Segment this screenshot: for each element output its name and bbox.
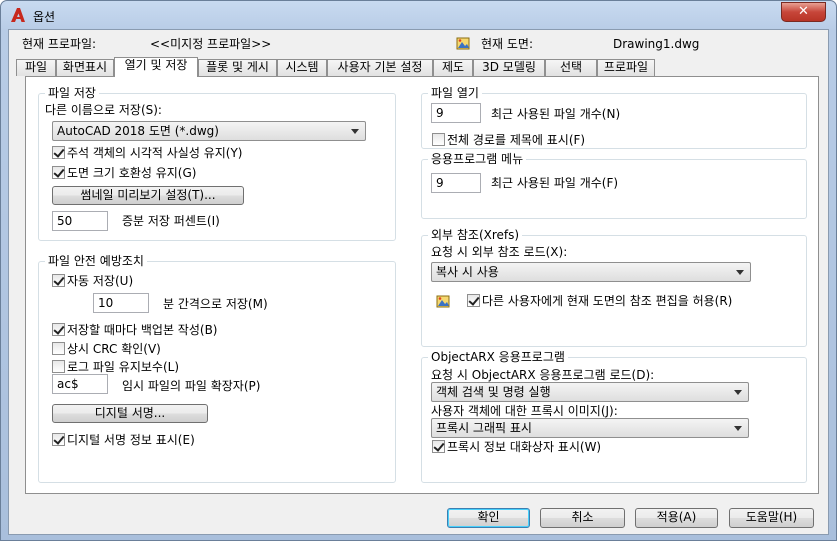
backup-checkbox[interactable] [52,323,65,336]
proxy-image-label: 사용자 객체에 대한 프록시 이미지(J): [431,404,618,418]
incremental-save-input[interactable]: 50 [52,211,108,231]
drawing-icon [456,37,470,50]
ok-button[interactable]: 확인 [447,508,530,528]
tab-plot-publish[interactable]: 플롯 및 게시 [198,59,277,76]
proxy-dialog-checkbox[interactable] [432,440,445,453]
profile-label: 현재 프로파일: [22,37,97,51]
autosave-label: 자동 저장(U) [67,274,134,288]
digital-signature-button[interactable]: 디지털 서명... [52,404,208,423]
backup-label: 저장할 때마다 백업본 작성(B) [67,323,218,337]
temp-ext-input[interactable]: ac$ [52,374,108,394]
thumbnail-settings-button[interactable]: 썸네일 미리보기 설정(T)... [52,186,244,205]
autocad-logo-icon [11,8,25,22]
tab-profiles[interactable]: 프로파일 [597,59,655,76]
drawing-icon [436,295,450,308]
proxy-image-value: 프록시 그래픽 표시 [436,421,532,435]
help-button[interactable]: 도움말(H) [729,508,814,528]
file-open-title: 파일 열기 [428,86,482,100]
objectarx-group: ObjectARX 응용프로그램 요청 시 ObjectARX 응용프로그램 로… [421,350,807,483]
allow-edit-checkbox[interactable] [467,294,480,307]
xref-demand-value: 복사 시 사용 [436,265,499,279]
arx-demand-label: 요청 시 ObjectARX 응용프로그램 로드(D): [431,368,655,382]
proxy-image-dropdown[interactable]: 프록시 그래픽 표시 [431,418,749,438]
save-as-value: AutoCAD 2018 도면 (*.dwg) [57,124,219,138]
file-safety-group: 파일 안전 예방조치 자동 저장(U) 10 분 간격으로 저장(M) 저장할 … [38,254,396,483]
digsig-show-checkbox[interactable] [52,433,65,446]
log-checkbox[interactable] [52,360,65,373]
tab-display[interactable]: 화면표시 [56,59,114,76]
objectarx-title: ObjectARX 응용프로그램 [428,350,568,364]
apply-button[interactable]: 적용(A) [635,508,718,528]
file-open-recent-input[interactable]: 9 [431,103,481,123]
cancel-button[interactable]: 취소 [540,508,625,528]
save-as-label: 다른 이름으로 저장(S): [45,103,162,117]
file-safety-title: 파일 안전 예방조치 [45,254,147,268]
tab-user-preferences[interactable]: 사용자 기본 설정 [327,59,433,76]
tab-panel-open-save: 파일 저장 다른 이름으로 저장(S): AutoCAD 2018 도면 (*.… [25,76,819,494]
proxy-dialog-label: 프록시 정보 대화상자 표시(W) [447,440,602,454]
title-bar: 옵션 ✕ [1,1,836,29]
temp-ext-label: 임시 파일의 파일 확장자(P) [122,379,261,393]
log-label: 로그 파일 유지보수(L) [67,360,179,374]
tab-files[interactable]: 파일 [16,59,56,76]
tab-system[interactable]: 시스템 [277,59,327,76]
close-button[interactable]: ✕ [781,2,826,22]
file-open-group: 파일 열기 9 최근 사용된 파일 개수(N) 전체 경로를 제목에 표시(F) [421,86,807,149]
xref-demand-dropdown[interactable]: 복사 시 사용 [431,262,751,282]
digsig-show-label: 디지털 서명 정보 표시(E) [67,433,195,447]
annot-visual-label: 주석 객체의 시각적 사실성 유지(Y) [67,146,243,160]
app-menu-recent-label: 최근 사용된 파일 개수(F) [491,176,619,190]
drawing-value: Drawing1.dwg [613,37,700,51]
crc-label: 상시 CRC 확인(V) [67,342,161,356]
xref-demand-label: 요청 시 외부 참조 로드(X): [431,245,568,259]
incremental-save-label: 증분 저장 퍼센트(I) [122,214,220,228]
app-menu-recent-input[interactable]: 9 [431,173,481,193]
drawing-label: 현재 도면: [481,37,534,51]
chevron-down-icon [351,129,359,134]
app-menu-title: 응용프로그램 메뉴 [428,152,527,166]
window-title: 옵션 [33,10,56,24]
app-menu-group: 응용프로그램 메뉴 9 최근 사용된 파일 개수(F) [421,152,807,219]
arx-demand-value: 객체 검색 및 명령 실행 [436,385,551,399]
drawing-size-label: 도면 크기 호환성 유지(G) [67,166,197,180]
tab-drafting[interactable]: 제도 [433,59,473,76]
autosave-minutes-label: 분 간격으로 저장(M) [163,297,268,311]
xrefs-title: 외부 참조(Xrefs) [428,228,523,242]
chevron-down-icon [734,426,742,431]
xrefs-group: 외부 참조(Xrefs) 요청 시 외부 참조 로드(X): 복사 시 사용 다… [421,228,807,347]
file-save-title: 파일 저장 [45,86,99,100]
chevron-down-icon [734,390,742,395]
file-save-group: 파일 저장 다른 이름으로 저장(S): AutoCAD 2018 도면 (*.… [38,86,396,241]
dialog-client: 현재 프로파일: <<미지정 프로파일>> 현재 도면: Drawing1.dw… [8,29,829,535]
autosave-minutes-input[interactable]: 10 [93,293,149,313]
options-dialog: 옵션 ✕ 현재 프로파일: <<미지정 프로파일>> 현재 도면: Drawin… [0,0,837,541]
allow-edit-label: 다른 사용자에게 현재 도면의 참조 편집을 허용(R) [482,294,733,308]
chevron-down-icon [736,270,744,275]
autosave-checkbox[interactable] [52,274,65,287]
tab-selection[interactable]: 선택 [545,59,597,76]
profile-value: <<미지정 프로파일>> [150,37,272,51]
fullpath-label: 전체 경로를 제목에 표시(F) [447,133,586,147]
annot-visual-checkbox[interactable] [52,146,65,159]
file-open-recent-label: 최근 사용된 파일 개수(N) [491,107,621,121]
fullpath-checkbox[interactable] [432,133,445,146]
save-as-dropdown[interactable]: AutoCAD 2018 도면 (*.dwg) [52,121,366,141]
crc-checkbox[interactable] [52,342,65,355]
tab-3d-modeling[interactable]: 3D 모델링 [473,59,545,76]
arx-demand-dropdown[interactable]: 객체 검색 및 명령 실행 [431,382,749,402]
tab-open-save[interactable]: 열기 및 저장 [114,57,198,77]
drawing-size-checkbox[interactable] [52,166,65,179]
